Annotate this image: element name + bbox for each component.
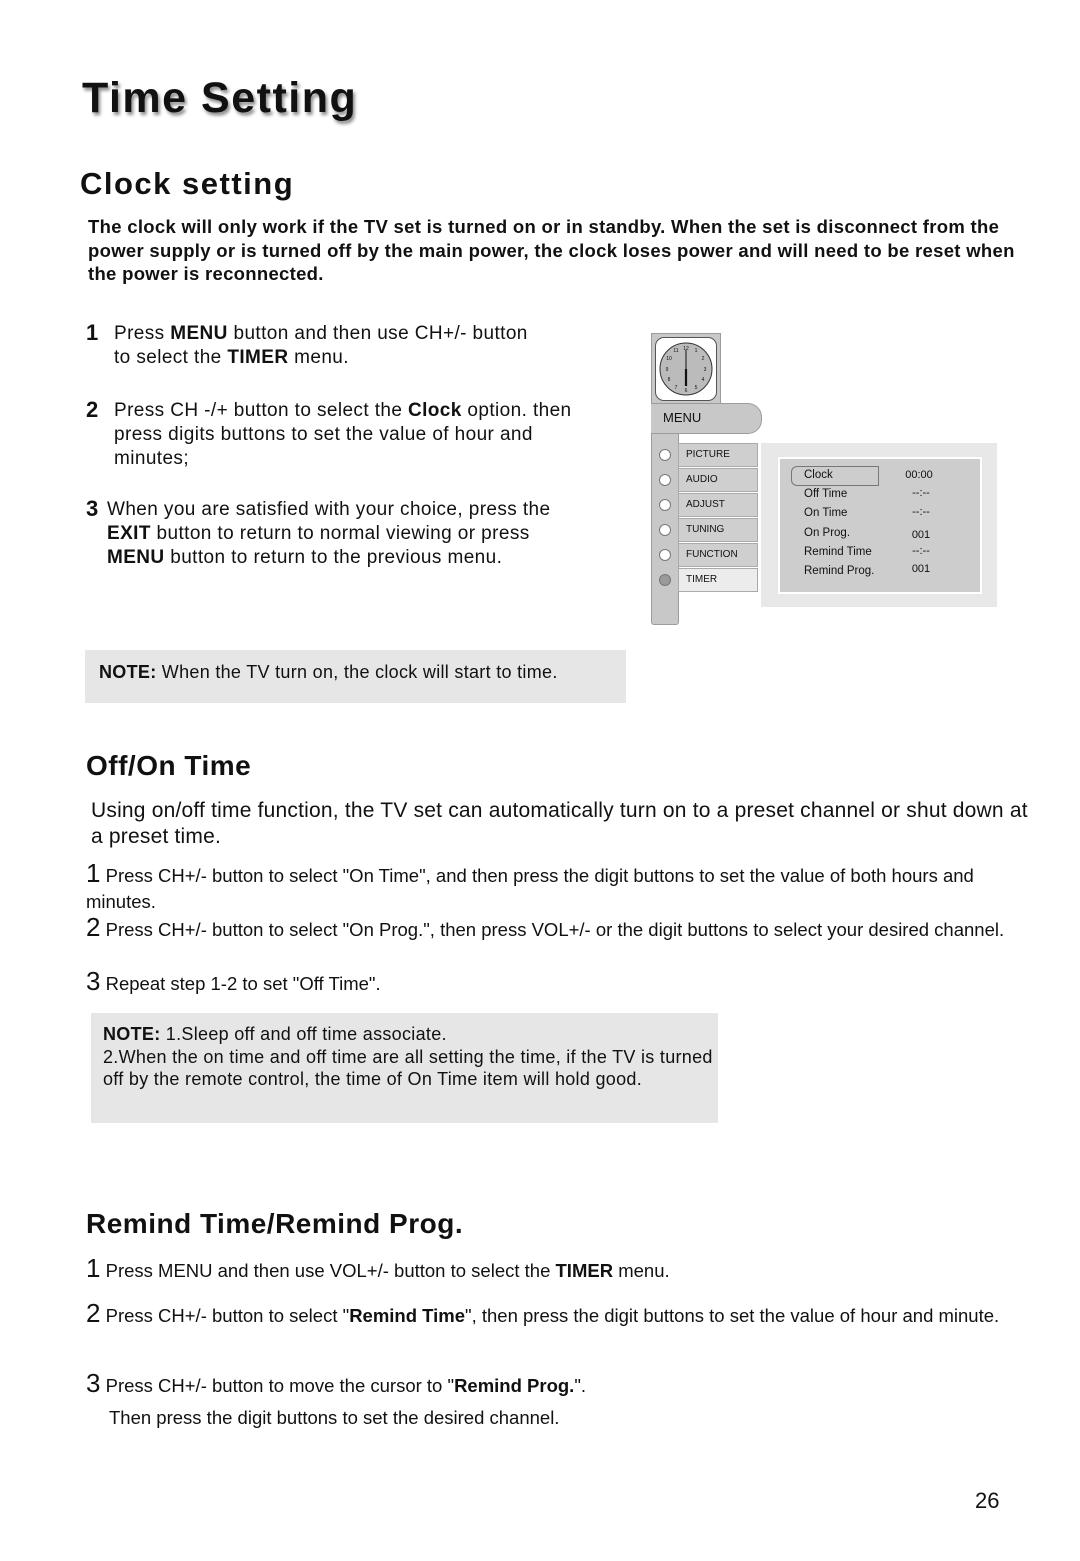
svg-text:10: 10 [666,356,672,362]
clock-note-box: NOTE: When the TV turn on, the clock wil… [85,650,626,703]
timer-row-remind-time-label[interactable]: Remind Time [804,546,872,558]
off-on-step-2: 2 Press CH+/- button to select "On Prog.… [86,912,1005,942]
off-on-time-heading: Off/On Time [86,750,252,781]
svg-text:8: 8 [668,377,671,383]
timer-row-off-time-label[interactable]: Off Time [804,488,847,500]
radio-selected-icon [659,574,671,586]
svg-text:4: 4 [702,377,705,383]
svg-text:5: 5 [695,385,698,391]
remind-step-1: 1 Press MENU and then use VOL+/- button … [86,1253,670,1283]
timer-row-on-time-value: --:-- [912,506,930,518]
off-on-note-box: NOTE: 1.Sleep off and off time associate… [91,1013,718,1123]
note-label: NOTE: [103,1024,161,1044]
radio-icon [659,474,671,486]
menu-item-picture[interactable]: PICTURE [659,443,758,467]
timer-row-on-prog-label[interactable]: On Prog. [804,527,850,539]
page-number: 26 [975,1488,1000,1513]
off-on-step-3: 3 Repeat step 1-2 to set "Off Time". [86,966,381,996]
step-number: 2 [86,397,99,422]
timer-row-on-prog-value: 001 [911,529,931,541]
remind-step-3: 3 Press CH+/- button to move the cursor … [86,1368,587,1398]
radio-icon [659,549,671,561]
menu-item-list: PICTURE AUDIO ADJUST TUNING FUNCTION TIM… [659,443,758,593]
step-number: 1 [86,320,99,345]
radio-icon [659,524,671,536]
clock-setting-intro: The clock will only work if the TV set i… [88,216,1015,284]
clock-step-1: 1 Press MENU button and then use CH+/- b… [86,320,528,369]
radio-icon [659,449,671,461]
note-label: NOTE: [99,662,157,682]
analog-clock-icon: 12 1 2 345 678 9 10 11 [655,337,717,401]
menu-item-adjust[interactable]: ADJUST [659,493,758,517]
svg-text:1: 1 [695,348,698,354]
remind-step-2: 2 Press CH+/- button to select "Remind T… [86,1298,1000,1328]
off-on-step-1: 1 Press CH+/- button to select "On Time"… [86,858,974,912]
note-text: When the TV turn on, the clock will star… [156,662,558,682]
timer-row-clock-value: 00:00 [905,469,933,481]
timer-row-off-time-value: --:-- [912,487,930,499]
svg-text:7: 7 [675,385,678,391]
timer-panel: Clock 00:00 Off Time --:-- On Time --:--… [778,457,982,594]
timer-row-clock-label[interactable]: Clock [804,469,833,481]
radio-icon [659,499,671,511]
menu-label: MENU [663,410,702,425]
svg-text:3: 3 [704,367,707,373]
timer-row-remind-prog-value: 001 [911,563,931,575]
menu-item-audio[interactable]: AUDIO [659,468,758,492]
svg-text:11: 11 [673,348,678,354]
svg-text:2: 2 [702,356,705,362]
svg-text:9: 9 [666,367,669,373]
off-on-time-intro: Using on/off time function, the TV set c… [91,799,1028,848]
clock-step-2: 2 Press CH -/+ button to select the Cloc… [86,397,572,470]
menu-item-timer[interactable]: TIMER [659,568,758,592]
page-title: Time Setting [82,74,358,122]
timer-row-remind-time-value: --:-- [912,545,930,557]
timer-row-remind-prog-label[interactable]: Remind Prog. [804,565,874,577]
timer-row-on-time-label[interactable]: On Time [804,507,847,519]
menu-item-tuning[interactable]: TUNING [659,518,758,542]
clock-setting-heading: Clock setting [80,166,295,201]
step-number: 3 [86,496,99,521]
svg-text:6: 6 [685,388,688,394]
remind-step-3-continued: Then press the digit buttons to set the … [109,1407,560,1428]
menu-item-function[interactable]: FUNCTION [659,543,758,567]
remind-heading: Remind Time/Remind Prog. [86,1208,464,1239]
clock-step-3: 3 When you are satisfied with your choic… [86,496,551,569]
menu-tab[interactable]: MENU [651,403,762,434]
